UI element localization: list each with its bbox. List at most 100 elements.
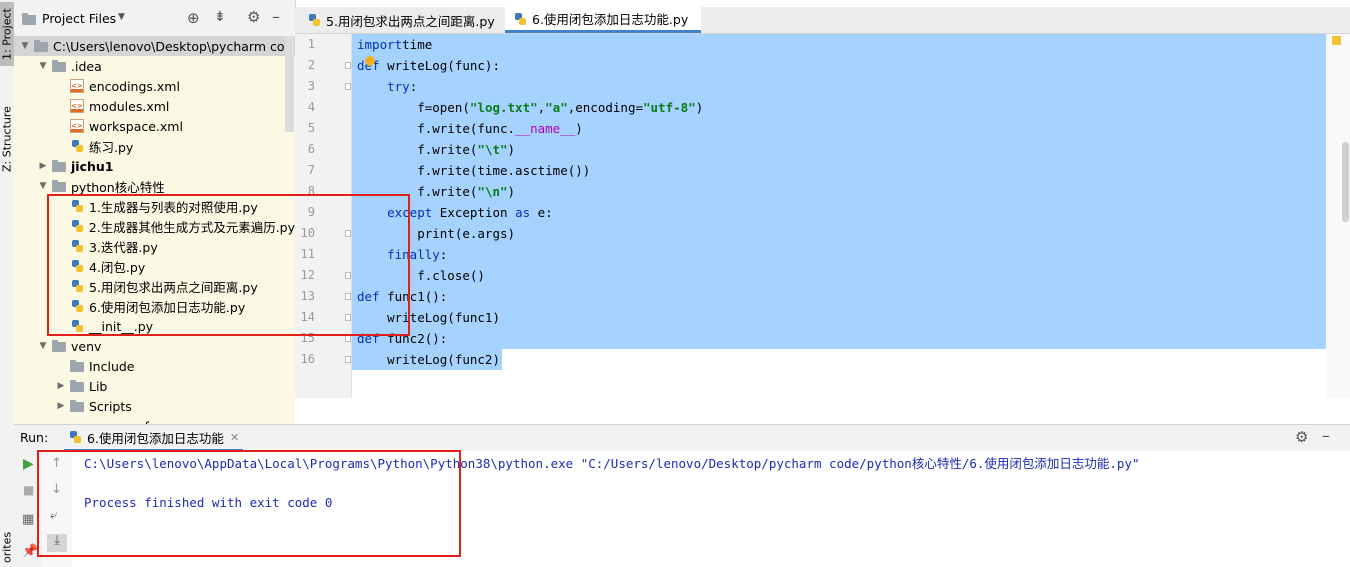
tree-item[interactable]: modules.xml [14, 96, 295, 116]
folder-icon [52, 59, 66, 73]
tree-item[interactable]: 5.用闭包求出两点之间距离.py [14, 276, 295, 296]
soft-wrap-icon[interactable]: ⤶ [50, 509, 57, 523]
tree-item-label: 3.迭代器.py [89, 239, 158, 255]
line-number: 16 [300, 352, 315, 366]
tree-item-label: encodings.xml [89, 78, 180, 94]
project-tree-scrollbar[interactable] [285, 36, 294, 132]
pin-icon[interactable]: 📌 [22, 545, 38, 559]
arrow-up-icon[interactable]: ↑ [51, 457, 62, 471]
editor-error-stripe [1326, 34, 1350, 398]
expand-arrow-right-icon[interactable]: ▶ [38, 161, 48, 171]
code-token: time [402, 37, 433, 52]
code-line: except Exception as e: [352, 202, 1347, 223]
tree-item-label: .idea [71, 58, 102, 74]
tree-item[interactable]: ▼ .idea [14, 56, 295, 76]
tree-item[interactable]: ▶ Scripts [14, 396, 295, 416]
fold-marker-icon[interactable] [345, 62, 351, 69]
tree-item[interactable]: ▼ C:\Users\lenovo\Desktop\pycharm cod [14, 36, 295, 56]
tree-item[interactable]: ▶ jichu1 [14, 156, 295, 176]
inspection-warning-icon[interactable] [1332, 36, 1341, 45]
folder-icon [52, 339, 66, 353]
layout-icon[interactable]: ▦ [22, 513, 34, 527]
run-console[interactable]: C:\Users\lenovo\AppData\Local\Programs\P… [72, 451, 1350, 567]
tree-item[interactable]: 1.生成器与列表的对照使用.py [14, 196, 295, 216]
left-tool-strip: 1: Project Z: Structure orites [0, 0, 15, 567]
xml-file-icon [70, 79, 84, 93]
code-token: finally [387, 247, 440, 262]
code-token: try [387, 79, 410, 94]
scroll-to-end-icon[interactable]: ⤓ [47, 534, 67, 552]
folder-icon [34, 39, 48, 53]
tree-item[interactable]: Include [14, 356, 295, 376]
expand-arrow-right-icon[interactable]: ▶ [56, 381, 66, 391]
close-icon[interactable]: ✕ [230, 431, 239, 444]
code-line: def func2(): [352, 328, 1347, 349]
fold-marker-icon[interactable] [345, 356, 351, 363]
folder-icon [52, 179, 66, 193]
fold-marker-icon[interactable] [345, 230, 351, 237]
hide-panel-icon[interactable]: – [272, 7, 280, 26]
stop-icon[interactable]: ■ [23, 483, 34, 497]
fold-marker-icon[interactable] [345, 293, 351, 300]
tree-item-label: __init__.py [89, 318, 154, 334]
collapse-all-icon[interactable]: ⇟ [214, 9, 226, 25]
tree-item-label: Scripts [89, 398, 132, 414]
expand-arrow-down-icon[interactable]: ▼ [38, 61, 48, 71]
favorites-tool-tab[interactable]: orites [0, 528, 14, 567]
line-number: 1 [307, 37, 315, 51]
chevron-down-icon[interactable]: ▼ [118, 12, 125, 22]
tree-item[interactable]: pyvenv.cfg [14, 416, 295, 425]
line-number: 14 [300, 310, 315, 324]
fold-marker-icon[interactable] [345, 314, 351, 321]
line-number: 7 [307, 163, 315, 177]
folder-icon [22, 12, 36, 26]
fold-marker-icon[interactable] [345, 272, 351, 279]
code-editor[interactable]: importtimedef writeLog(func): try: f=ope… [352, 34, 1347, 398]
arrow-down-icon[interactable]: ↓ [51, 483, 62, 497]
console-line-exit: Process finished with exit code 0 [84, 495, 333, 510]
tree-item[interactable]: 2.生成器其他生成方式及元素遍历.py [14, 216, 295, 236]
expand-arrow-down-icon[interactable]: ▼ [38, 181, 48, 191]
editor-scrollbar[interactable] [1342, 142, 1349, 222]
xml-file-icon [70, 119, 84, 133]
project-view-selector[interactable]: Project Files [42, 11, 116, 26]
line-number: 3 [307, 79, 315, 93]
project-tool-tab[interactable]: 1: Project [0, 2, 14, 66]
lightbulb-icon[interactable] [365, 56, 375, 66]
python-file-icon [70, 139, 84, 153]
expand-arrow-right-icon[interactable]: ▶ [56, 401, 66, 411]
expand-arrow-down-icon[interactable]: ▼ [20, 41, 30, 51]
tree-item[interactable]: encodings.xml [14, 76, 295, 96]
tree-item[interactable]: 3.迭代器.py [14, 236, 295, 256]
code-token: f.close() [357, 268, 485, 283]
tab-distance-closure[interactable]: 5.用闭包求出两点之间距离.py [299, 7, 505, 33]
run-tab[interactable]: 6.使用闭包添加日志功能 ✕ [64, 425, 244, 451]
code-token: __name__ [515, 121, 576, 136]
tree-item[interactable]: 6.使用闭包添加日志功能.py [14, 296, 295, 316]
hide-panel-icon[interactable]: – [1322, 426, 1330, 445]
code-token: f.write( [357, 184, 478, 199]
console-line-command: C:\Users\lenovo\AppData\Local\Programs\P… [84, 456, 1140, 471]
code-token: Exception [432, 205, 516, 220]
tab-log-closure[interactable]: 6.使用闭包添加日志功能.py [505, 7, 701, 33]
code-line: finally: [352, 244, 1347, 265]
tree-item[interactable]: ▶ Lib [14, 376, 295, 396]
code-token: except [387, 205, 433, 220]
line-number: 15 [300, 331, 315, 345]
fold-marker-icon[interactable] [345, 83, 351, 90]
locate-file-icon[interactable]: ⊕ [187, 9, 200, 27]
gear-icon[interactable]: ⚙ [1295, 428, 1308, 446]
tree-item[interactable]: workspace.xml [14, 116, 295, 136]
folder-icon [70, 399, 84, 413]
tree-item[interactable]: 4.闭包.py [14, 256, 295, 276]
expand-arrow-down-icon[interactable]: ▼ [38, 341, 48, 351]
tree-item[interactable]: ▼ python核心特性 [14, 176, 295, 196]
rerun-icon[interactable]: ▶ [23, 457, 34, 471]
fold-marker-icon[interactable] [345, 335, 351, 342]
tree-item[interactable]: 练习.py [14, 136, 295, 156]
tree-item[interactable]: ▼ venv [14, 336, 295, 356]
structure-tool-tab[interactable]: Z: Structure [0, 100, 14, 178]
tree-item[interactable]: __init__.py [14, 316, 295, 336]
gear-icon[interactable]: ⚙ [247, 8, 260, 26]
